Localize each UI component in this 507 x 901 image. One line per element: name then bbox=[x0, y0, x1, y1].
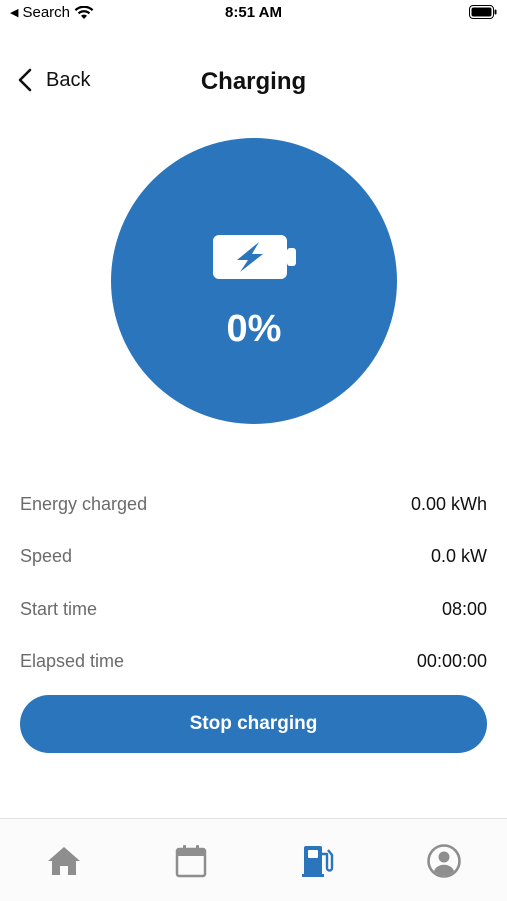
stat-value: 0.00 kWh bbox=[410, 493, 487, 514]
stat-label: Elapsed time bbox=[20, 651, 125, 672]
stat-row-speed: Speed 0.0 kW bbox=[20, 531, 487, 584]
calendar-icon bbox=[175, 845, 207, 878]
stat-row-energy: Energy charged 0.00 kWh bbox=[20, 478, 487, 531]
stop-charging-button[interactable]: Stop charging bbox=[20, 695, 487, 753]
profile-icon bbox=[427, 844, 461, 878]
battery-status-icon bbox=[469, 5, 497, 24]
navigation-bar: Back Charging bbox=[0, 60, 507, 106]
tab-charging[interactable] bbox=[298, 841, 338, 881]
stat-row-start-time: Start time 08:00 bbox=[20, 583, 487, 636]
charge-gauge: 0% bbox=[111, 138, 397, 424]
stat-row-elapsed-time: Elapsed time 00:00:00 bbox=[20, 636, 487, 689]
stat-label: Energy charged bbox=[20, 493, 148, 514]
charging-stats: Energy charged 0.00 kWh Speed 0.0 kW Sta… bbox=[20, 478, 487, 688]
fuel-pump-icon bbox=[302, 846, 334, 877]
stat-label: Start time bbox=[20, 598, 98, 619]
charge-percent: 0% bbox=[226, 308, 282, 350]
home-icon bbox=[48, 847, 80, 875]
tab-home[interactable] bbox=[44, 841, 84, 881]
stat-label: Speed bbox=[20, 546, 73, 567]
stat-value: 0.0 kW bbox=[430, 546, 487, 567]
stat-value: 00:00:00 bbox=[416, 651, 487, 672]
stat-value: 08:00 bbox=[441, 598, 487, 619]
tab-bar bbox=[0, 818, 507, 901]
tab-calendar[interactable] bbox=[171, 841, 211, 881]
battery-charging-icon bbox=[213, 235, 297, 284]
status-bar: ◀ Search 8:51 AM bbox=[0, 0, 507, 28]
tab-profile[interactable] bbox=[424, 841, 464, 881]
page-title: Charging bbox=[200, 68, 307, 95]
clock: 8:51 AM bbox=[225, 4, 282, 21]
